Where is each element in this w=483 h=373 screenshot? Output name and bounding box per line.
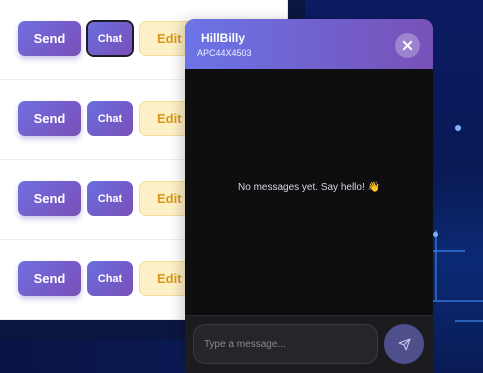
chat-contact-name: HillBilly	[201, 31, 246, 45]
close-button[interactable]	[395, 33, 420, 58]
chat-button[interactable]: Chat	[86, 20, 134, 57]
send-button[interactable]: Send	[18, 101, 81, 136]
chat-header: HillBilly APC44X4503	[185, 19, 433, 69]
send-button[interactable]: Send	[18, 181, 81, 216]
send-message-button[interactable]	[384, 324, 424, 364]
chat-button[interactable]: Chat	[87, 101, 133, 136]
chat-button[interactable]: Chat	[87, 181, 133, 216]
chat-contact-id: APC44X4503	[197, 48, 252, 58]
message-input[interactable]	[193, 324, 378, 364]
chat-button[interactable]: Chat	[87, 261, 133, 296]
chat-footer	[185, 315, 433, 373]
empty-messages-text: No messages yet. Say hello! 👋	[238, 182, 380, 193]
chat-window: HillBilly APC44X4503 No messages yet. Sa…	[185, 19, 433, 373]
send-button[interactable]: Send	[18, 21, 81, 56]
close-icon	[402, 40, 413, 51]
send-button[interactable]: Send	[18, 261, 81, 296]
paper-plane-icon	[398, 338, 410, 350]
